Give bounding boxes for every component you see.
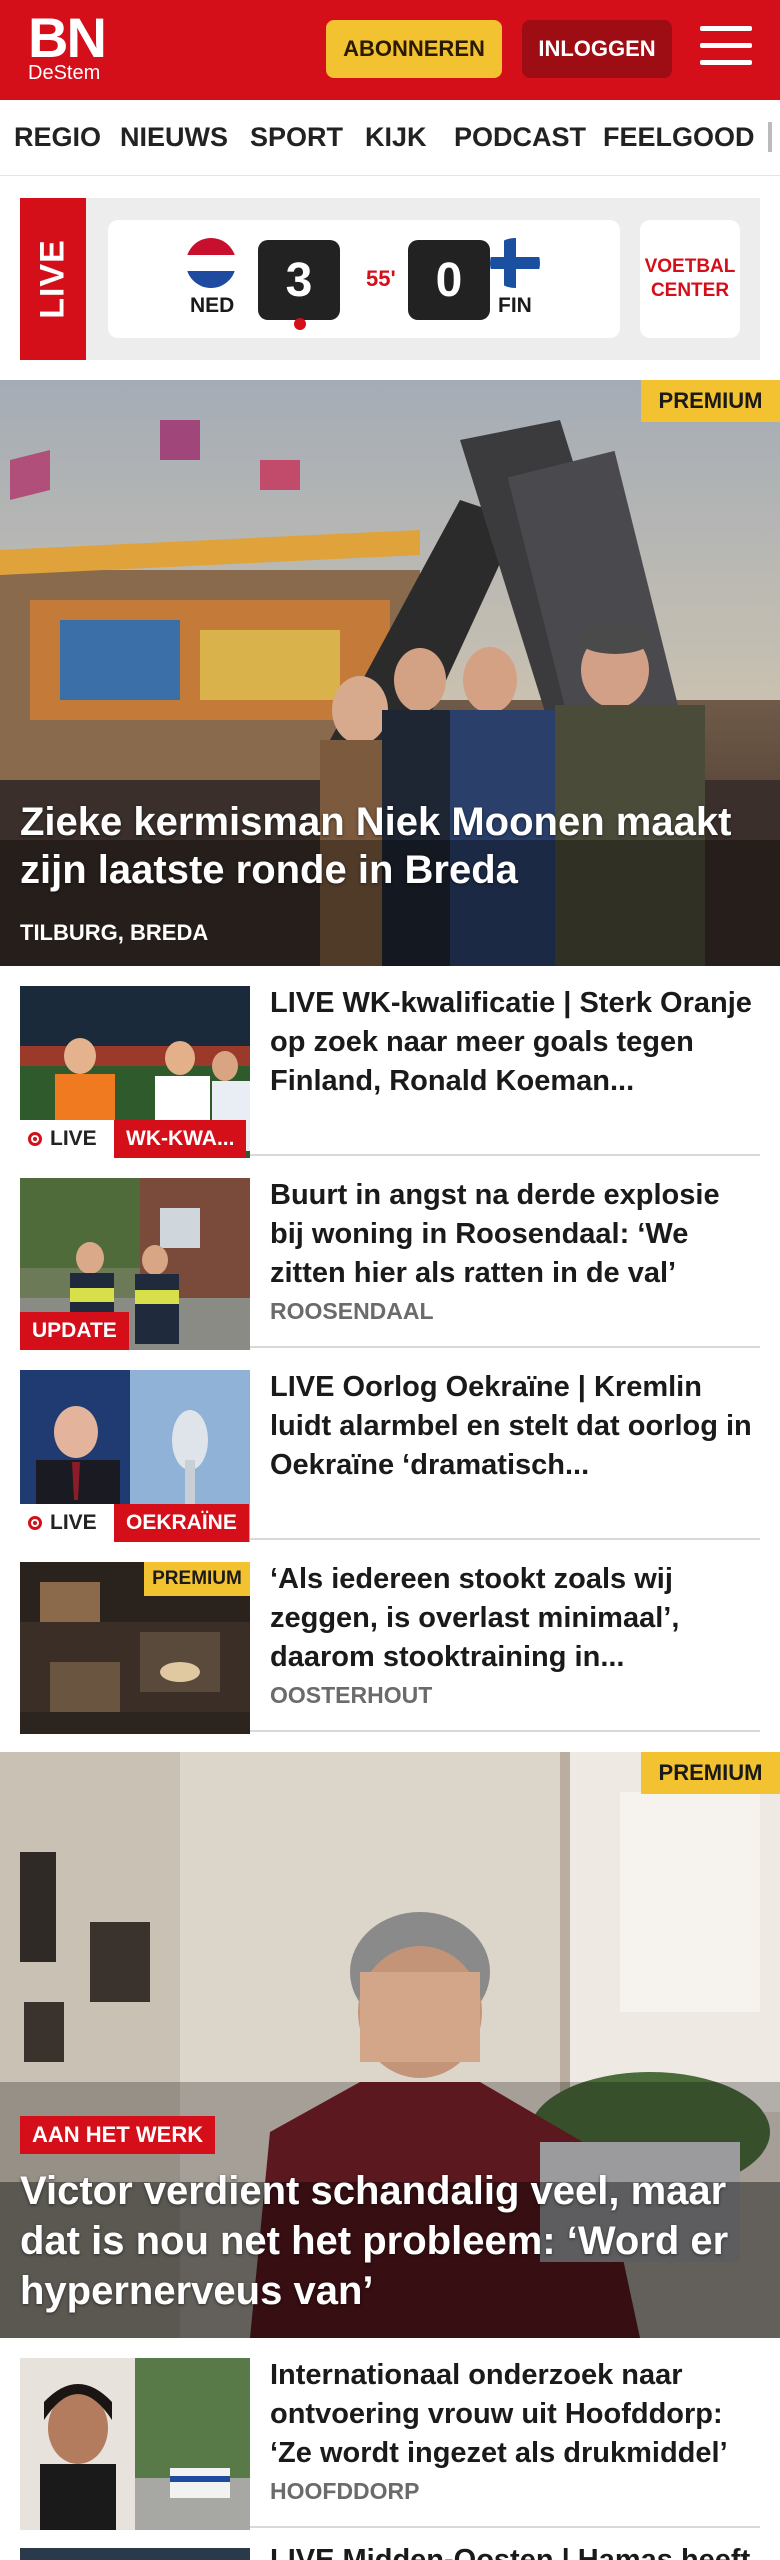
live-dot-icon: [28, 1516, 42, 1530]
nav-item-feelgood[interactable]: FEELGOOD: [603, 122, 755, 153]
article-location: OOSTERHOUT: [270, 1682, 433, 1708]
nav-item-kijk[interactable]: KIJK: [365, 122, 427, 153]
section-nav: REGIO NIEUWS SPORT KIJK PODCAST FEELGOOD: [0, 100, 780, 176]
live-score-widget[interactable]: LIVE NED 3 55' 0 FIN VOETBAL CENTER: [20, 198, 760, 360]
article-thumbnail: LIVE WK-KWA...: [20, 986, 250, 1158]
site-logo[interactable]: BN DeStem: [28, 6, 107, 85]
logo-sub: DeStem: [28, 62, 101, 84]
article-title[interactable]: Internationaal onderzoek naar ontvoering…: [270, 2356, 760, 2473]
hero-article[interactable]: PREMIUM Zieke kermisman Niek Moonen maak…: [0, 380, 780, 966]
nav-item-podcast[interactable]: PODCAST: [454, 122, 586, 153]
nav-item-sport[interactable]: SPORT: [250, 122, 343, 153]
away-score: 0: [408, 240, 490, 320]
article-location: ROOSENDAAL: [270, 1298, 434, 1324]
score-card[interactable]: NED 3 55' 0 FIN: [108, 220, 620, 338]
live-dot-icon: [294, 318, 306, 330]
premium-badge: PREMIUM: [641, 380, 780, 422]
home-score: 3: [258, 240, 340, 320]
live-dot-icon: [28, 1132, 42, 1146]
live-indicator: LIVE: [20, 1120, 114, 1158]
home-team: NED: [190, 294, 235, 317]
nav-overflow-indicator: [768, 122, 772, 152]
list-item[interactable]: Internationaal onderzoek naar ontvoering…: [20, 2338, 760, 2530]
article-thumbnail: PREMIUM: [20, 1562, 250, 1734]
article-title[interactable]: LIVE Midden-Oosten | Hamas heeft: [270, 2544, 750, 2560]
nav-item-regio[interactable]: REGIO: [14, 122, 101, 153]
match-minute: 55': [366, 266, 396, 291]
update-tag: UPDATE: [20, 1312, 129, 1350]
category-tag: WK-KWA...: [114, 1120, 247, 1158]
article-thumbnail: [20, 2548, 250, 2560]
nav-item-nieuws[interactable]: NIEUWS: [120, 122, 228, 153]
finland-flag-icon: [490, 238, 540, 288]
article-title[interactable]: LIVE Oorlog Oekraïne | Kremlin luidt ala…: [270, 1368, 760, 1485]
list-item[interactable]: LIVE Midden-Oosten | Hamas heeft: [20, 2544, 760, 2560]
premium-badge: PREMIUM: [641, 1752, 780, 1794]
logo-main: BN: [28, 6, 107, 69]
hero-article[interactable]: PREMIUM AAN HET WERK Victor verdient sch…: [0, 1752, 780, 2338]
article-thumbnail: [20, 2358, 250, 2530]
category-tag: AAN HET WERK: [20, 2116, 216, 2154]
hero-title[interactable]: Victor verdient schandalig veel, maar da…: [20, 2166, 760, 2316]
article-title[interactable]: ‘Als iedereen stookt zoals wij zeggen, i…: [270, 1560, 760, 1677]
netherlands-flag-icon: [186, 238, 236, 288]
site-header: BN DeStem ABONNEREN INLOGGEN: [0, 0, 780, 100]
menu-icon[interactable]: [700, 26, 752, 70]
article-title[interactable]: Buurt in angst na derde explosie bij won…: [270, 1176, 760, 1293]
list-item[interactable]: PREMIUM ‘Als iedereen stookt zoals wij z…: [20, 1542, 760, 1734]
away-team: FIN: [498, 294, 532, 317]
live-indicator: LIVE: [20, 1504, 114, 1542]
article-thumbnail: UPDATE: [20, 1178, 250, 1350]
live-label: LIVE: [20, 198, 86, 360]
list-item[interactable]: UPDATE Buurt in angst na derde explosie …: [20, 1158, 760, 1350]
voetbal-center-link[interactable]: VOETBAL CENTER: [640, 220, 740, 338]
article-thumbnail: LIVE OEKRAÏNE: [20, 1370, 250, 1542]
category-tag: OEKRAÏNE: [114, 1504, 249, 1542]
hero-title[interactable]: Zieke kermisman Niek Moonen maakt zijn l…: [20, 798, 760, 894]
article-title[interactable]: LIVE WK-kwalificatie | Sterk Oranje op z…: [270, 984, 760, 1101]
subscribe-button[interactable]: ABONNEREN: [326, 20, 502, 78]
list-item[interactable]: LIVE WK-KWA... LIVE WK-kwalificatie | St…: [20, 966, 760, 1158]
hero-location: TILBURG, BREDA: [20, 920, 209, 945]
list-item[interactable]: LIVE OEKRAÏNE LIVE Oorlog Oekraïne | Kre…: [20, 1350, 760, 1542]
premium-badge: PREMIUM: [144, 1562, 250, 1596]
login-button[interactable]: INLOGGEN: [522, 20, 672, 78]
article-location: HOOFDDORP: [270, 2478, 420, 2504]
